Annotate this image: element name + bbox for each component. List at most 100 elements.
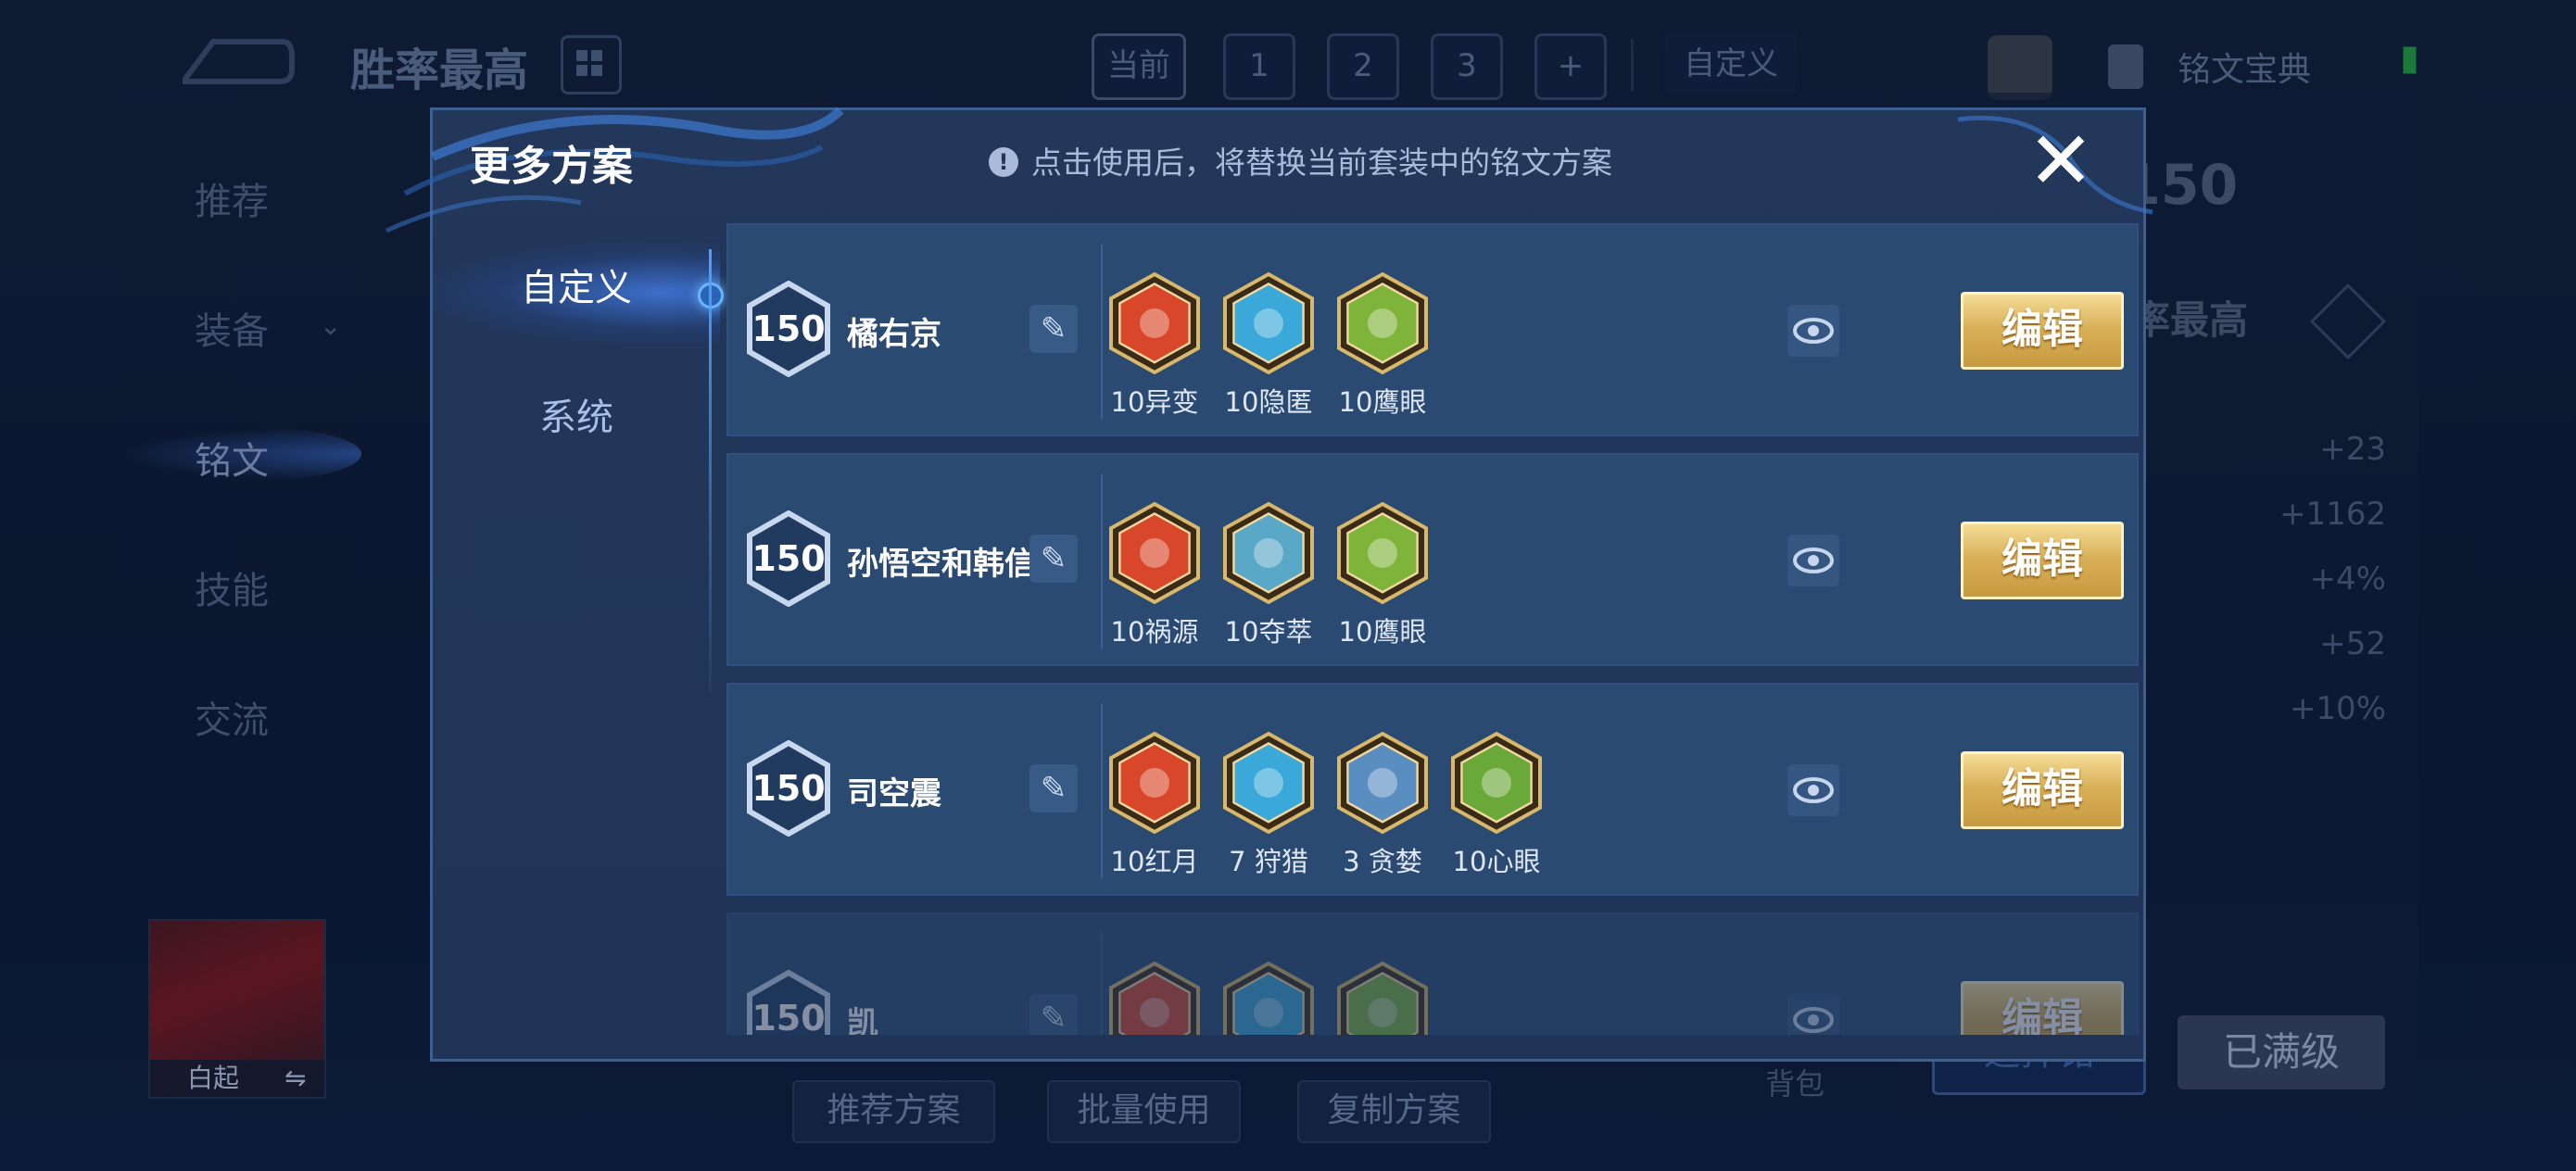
rune-name: 鹰眼 — [1372, 386, 1427, 418]
green-rune-icon — [1336, 961, 1429, 1035]
rune-label: 7 狩猎 — [1208, 840, 1329, 879]
rune-count: 10 — [1224, 616, 1259, 648]
plan-level: 150 — [751, 308, 826, 349]
side-item-equipment[interactable]: 装备 — [195, 301, 269, 355]
wifi-icon: ▮ — [2400, 37, 2419, 78]
stat-value: +23 — [2319, 431, 2386, 468]
rune-count: 10 — [1110, 846, 1145, 877]
plan-row[interactable]: 150 凯 ✎ 编辑 — [726, 913, 2139, 1035]
more-plans-dialog: 更多方案 ! 点击使用后，将替换当前套装中的铭文方案 ✕ 自定义 系统 150 橘右… — [385, 107, 2153, 1062]
rune-name: 夺萃 — [1258, 616, 1313, 648]
stat-value: +1162 — [2279, 496, 2386, 533]
plan-row[interactable]: 150 孙悟空和韩信 ✎ 10祸源 10夺萃 10鹰眼 编辑 — [726, 453, 2139, 666]
nav-tab-custom[interactable]: 自定义 — [433, 251, 720, 325]
rune-label: 10隐匿 — [1208, 381, 1329, 420]
rune-name: 狩猎 — [1254, 846, 1308, 877]
rate-label: 率最高 — [2131, 297, 2249, 343]
stat-value: +10% — [2289, 690, 2386, 727]
copy-plan-button[interactable]: 复制方案 — [1297, 1080, 1491, 1143]
recommend-plan-button[interactable]: 推荐方案 — [792, 1080, 995, 1143]
side-item-social[interactable]: 交流 — [195, 690, 269, 744]
side-item-recommend[interactable]: 推荐 — [195, 171, 269, 225]
plan-row[interactable]: 150 司空震 ✎ 10红月 7 狩猎 3 贪婪 10心眼 编辑 — [726, 683, 2139, 896]
page-title: 胜率最高 — [350, 44, 529, 96]
edit-button[interactable]: 编辑 — [1961, 751, 2124, 829]
nav-tab-system[interactable]: 系统 — [433, 381, 720, 455]
rune-book-link[interactable]: 铭文宝典 — [2178, 43, 2311, 91]
tab-current[interactable]: 当前 — [1092, 33, 1186, 100]
plan-row[interactable]: 150 橘右京 ✎ 10异变 10隐匿 10鹰眼 编辑 — [726, 223, 2139, 436]
red-rune-icon — [1108, 961, 1201, 1035]
tab-add[interactable]: + — [1534, 33, 1607, 100]
back-icon[interactable] — [176, 28, 297, 93]
preview-eye-icon[interactable] — [1787, 764, 1839, 816]
rune-count: 3 — [1343, 846, 1369, 877]
rune-name: 红月 — [1144, 846, 1199, 877]
rune-label: 10红月 — [1094, 840, 1215, 879]
rename-pen-icon[interactable]: ✎ — [1029, 305, 1078, 353]
chevron-down-icon: ⌄ — [320, 310, 342, 341]
plan-name: 凯 — [847, 1005, 878, 1035]
preview-eye-icon[interactable] — [1787, 535, 1839, 586]
stat-value: +4% — [2309, 560, 2386, 598]
blue-rune-icon — [1336, 731, 1429, 835]
swap-icon[interactable]: ⇋ — [284, 1060, 306, 1097]
side-item-runes[interactable]: 铭文 — [195, 431, 269, 485]
rename-pen-icon[interactable]: ✎ — [1029, 535, 1078, 583]
custom-tab[interactable]: 自定义 — [1666, 33, 1796, 94]
card-icon[interactable] — [1988, 35, 2052, 100]
rune-label: 10鹰眼 — [1322, 381, 1443, 420]
hero-name-bar: 白起 ⇋ — [150, 1060, 324, 1097]
info-icon: ! — [989, 146, 1018, 177]
rune-name: 祸源 — [1144, 616, 1199, 648]
rune-count: 10 — [1452, 846, 1487, 877]
plan-list[interactable]: 150 橘右京 ✎ 10异变 10隐匿 10鹰眼 编辑 150 孙悟空和韩信 ✎ 10祸源 … — [726, 223, 2139, 1035]
hero-portrait[interactable]: 白起 ⇋ — [148, 919, 326, 1099]
plan-name: 司空震 — [847, 775, 941, 812]
rune-name: 心眼 — [1486, 846, 1541, 877]
edit-button[interactable]: 编辑 — [1961, 292, 2124, 370]
tab-1[interactable]: 1 — [1223, 33, 1295, 100]
row-divider — [1101, 933, 1103, 1035]
rune-label: 3 贪婪 — [1322, 840, 1443, 879]
rune-label: 10异变 — [1094, 381, 1215, 420]
rename-pen-icon[interactable]: ✎ — [1029, 764, 1078, 812]
rune-count: 10 — [1110, 616, 1145, 648]
blue-rune-icon — [1222, 501, 1315, 605]
green-rune-icon — [1336, 271, 1429, 375]
blue-rune-icon — [1222, 271, 1315, 375]
rune-count: 10 — [1224, 386, 1259, 418]
dialog-title: 更多方案 — [470, 143, 633, 190]
tab-3[interactable]: 3 — [1431, 33, 1503, 100]
rune-label: 10心眼 — [1436, 840, 1557, 879]
maxed-button[interactable]: 已满级 — [2178, 1015, 2385, 1089]
plan-level: 150 — [751, 998, 826, 1035]
grid-icon[interactable] — [561, 35, 622, 94]
preview-eye-icon[interactable] — [1787, 994, 1839, 1035]
close-button[interactable]: ✕ — [2025, 121, 2097, 201]
rune-name: 异变 — [1144, 386, 1199, 418]
rename-pen-icon[interactable]: ✎ — [1029, 994, 1078, 1035]
hero-name: 白起 — [187, 1063, 240, 1093]
red-rune-icon — [1108, 731, 1201, 835]
rune-label: 10祸源 — [1094, 611, 1215, 649]
tab-2[interactable]: 2 — [1327, 33, 1399, 100]
divider — [1631, 39, 1634, 91]
bag-label[interactable]: 背包 — [1765, 1061, 1825, 1103]
preview-eye-icon[interactable] — [1787, 305, 1839, 357]
batch-use-button[interactable]: 批量使用 — [1047, 1080, 1241, 1143]
edit-button[interactable]: 编辑 — [1961, 981, 2124, 1035]
book-icon[interactable] — [2108, 44, 2143, 89]
rune-count: 10 — [1110, 386, 1145, 418]
edit-button[interactable]: 编辑 — [1961, 522, 2124, 599]
rune-label: 10夺萃 — [1208, 611, 1329, 649]
notice-text: ! 点击使用后，将替换当前套装中的铭文方案 — [989, 138, 1612, 183]
plan-name: 孙悟空和韩信 — [847, 546, 1036, 583]
rune-name: 贪婪 — [1368, 846, 1422, 877]
side-item-skills[interactable]: 技能 — [195, 560, 269, 614]
rune-name: 隐匿 — [1258, 386, 1313, 418]
blue-rune-icon — [1222, 961, 1315, 1035]
plan-name: 橘右京 — [847, 316, 941, 353]
rune-label: 10鹰眼 — [1322, 611, 1443, 649]
plan-level: 150 — [751, 538, 826, 579]
